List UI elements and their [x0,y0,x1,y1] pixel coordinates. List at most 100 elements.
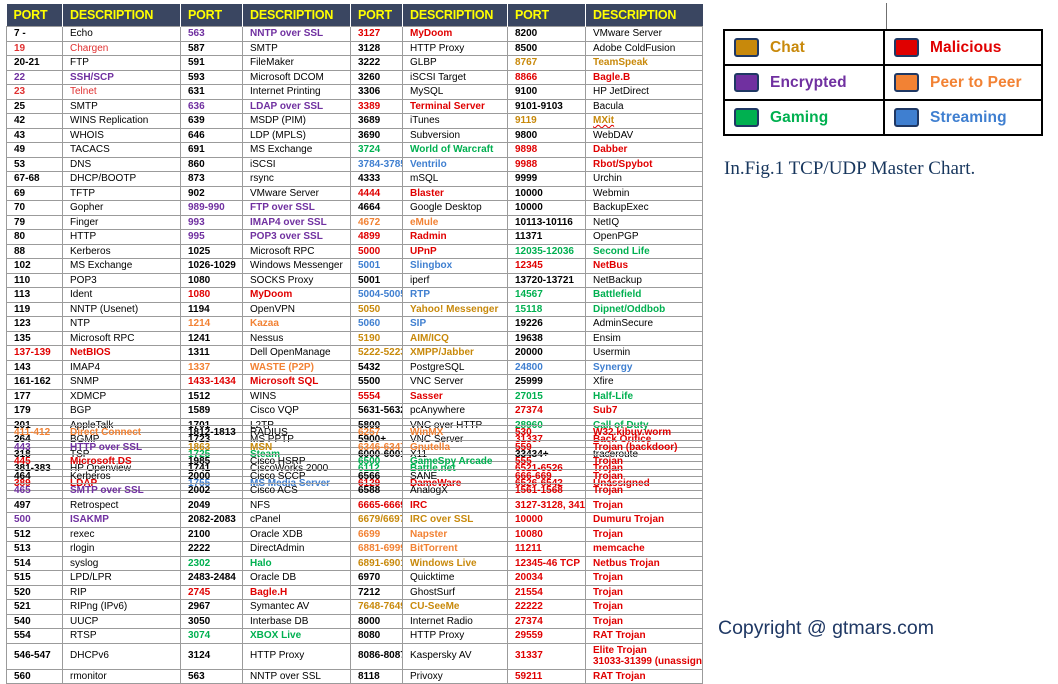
port-cell: 666-669 [507,469,586,484]
description-cell: HTTP over SSL [62,440,181,455]
description-cell: WinMX [402,425,508,441]
port-cell: 27374 [507,614,586,629]
port-cell: 5554 [350,389,403,404]
port-cell: 530 [507,425,586,441]
port-cell: 1561-1568 [507,483,586,499]
column-header-desc-1: DESCRIPTION [62,4,181,27]
description-cell: Bacula [585,99,703,114]
port-cell: 67-68 [6,171,63,187]
port-cell: 2967 [180,599,243,615]
description-cell: Bagle.H [242,585,351,600]
column-header-desc-3: DESCRIPTION [402,4,508,27]
port-cell: 563 [180,26,243,42]
description-cell: Second Life [585,244,703,259]
ports-table-bottom: 411-412 Direct Connect 1812-1813 RADIUS 6257… [6,425,703,684]
port-cell: 14567 [507,287,586,303]
description-cell: Gopher [62,200,181,216]
description-cell: RIP [62,585,181,600]
description-cell: Terminal Server [402,99,508,114]
port-cell: 464 [6,469,63,484]
legend-box: Chat Malicious Encrypted Peer to Peer Ga… [723,29,1043,136]
table-row: 137-139 NetBIOS 1311 Dell OpenManage 5222-52… [6,345,703,361]
table-row: 161-162 SNMP 1433-1434 Microsoft SQL 5500 VNC… [6,374,703,390]
table-row: 69 TFTP 902 VMware Server 4444 Blaster 10000 We… [6,186,703,201]
port-cell: 3689 [350,113,403,129]
description-cell: AnalogX [402,483,508,499]
port-cell: 1337 [180,360,243,375]
color-swatch-icon [894,73,919,92]
port-cell: 9101-9103 [507,99,586,114]
description-cell: SSH/SCP [62,70,181,85]
port-cell: 10000 [507,186,586,201]
description-cell: DHCP/BOOTP [62,171,181,187]
port-cell: 560 [6,669,63,684]
color-swatch-icon [734,38,759,57]
description-cell: Chargen [62,41,181,56]
port-cell: 9100 [507,84,586,100]
table-row: 49 TACACS 691 MS Exchange 3724 World of Warcr… [6,142,703,158]
column-header-port-3: PORT [350,4,403,27]
port-cell: 631 [180,84,243,100]
description-cell: Direct Connect [62,425,181,441]
legend-label: Malicious [930,38,1002,56]
table-row: 540 UUCP 3050 Interbase DB 8000 Internet Radi… [6,614,703,629]
legend-label: Streaming [930,108,1007,126]
port-cell: 5004-5005 [350,287,403,303]
port-cell: 7212 [350,585,403,600]
description-cell: RIPng (IPv6) [62,599,181,615]
port-cell: 989-990 [180,200,243,216]
legend-label: Gaming [770,108,829,126]
port-cell: 19226 [507,316,586,332]
description-cell: iSCSI [242,157,351,172]
port-cell: 15118 [507,302,586,317]
legend-item-malicious: Malicious [883,31,1041,64]
port-cell: 513 [6,541,63,557]
port-cell: 27015 [507,389,586,404]
port-cell: 3050 [180,614,243,629]
port-cell: 110 [6,273,63,288]
description-cell: Adobe ColdFusion [585,41,703,56]
description-cell: TeamSpeak [585,55,703,71]
description-cell: XMPP/Jabber [402,345,508,361]
description-cell: Echo [62,26,181,42]
description-cell: Windows Live [402,556,508,571]
port-cell: 123 [6,316,63,332]
port-cell: 6257 [350,425,403,441]
port-cell: 10113-10116 [507,215,586,230]
port-cell: 1812-1813 [180,425,243,441]
port-cell: 143 [6,360,63,375]
description-cell: Internet Radio [402,614,508,629]
port-cell: 1080 [180,273,243,288]
port-cell: 3124 [180,643,243,670]
description-cell: Halo [242,556,351,571]
description-cell: WebDAV [585,128,703,143]
port-cell: 465 [6,483,63,499]
description-cell: BitTorrent [402,541,508,557]
copyright-notice: Copyright @ gtmars.com [718,617,934,639]
table-row: 53 DNS 860 iSCSI 3784-3785 Ventrilo 9988 Rbot/S… [6,157,703,172]
table-row: 497 Retrospect 2049 NFS 6665-6669 IRC 3127-312… [6,498,703,513]
port-cell: 3074 [180,628,243,644]
table-row: 113 Ident 1080 MyDoom 5004-5005 RTP 14567 Battl… [6,287,703,303]
description-cell: HTTP Proxy [402,628,508,644]
description-cell: SMTP over SSL [62,483,181,499]
port-cell: 11211 [507,541,586,557]
port-cell: 1311 [180,345,243,361]
description-cell: FileMaker [242,55,351,71]
description-cell: NNTP over SSL [242,26,351,42]
description-cell: Microsoft DCOM [242,70,351,85]
description-cell: iTunes [402,113,508,129]
description-cell: Synergy [585,360,703,375]
description-cell: Interbase DB [242,614,351,629]
description-cell: Internet Printing [242,84,351,100]
description-cell: GLBP [402,55,508,71]
description-cell: Yahoo! Messenger [402,302,508,317]
port-cell: 6566 [350,469,403,484]
description-cell: mSQL [402,171,508,187]
port-cell: 3784-3785 [350,157,403,172]
port-cell: 9999 [507,171,586,187]
port-cell: 8080 [350,628,403,644]
description-cell: rlogin [62,541,181,557]
ports-table-bottom-body: 411-412 Direct Connect 1812-1813 RADIUS 6257… [6,425,703,684]
port-cell: 8200 [507,26,586,42]
